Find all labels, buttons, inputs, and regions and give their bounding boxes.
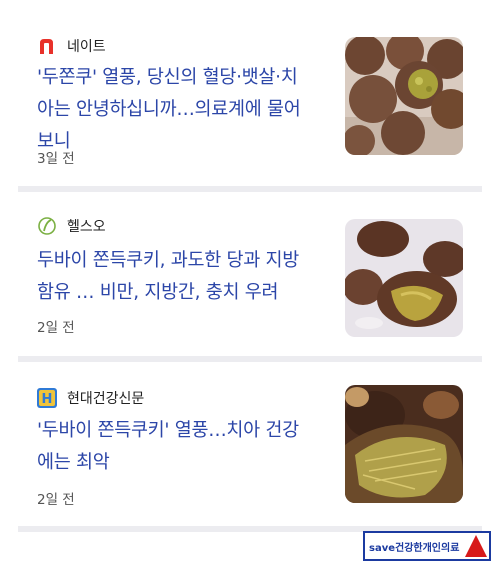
title-line: 아는 안녕하십니까…의료계에 물어 [37,99,301,120]
source-name: 헬스오 [67,219,106,235]
news-card[interactable]: 네이트 '두쫀쿠' 열풍, 당신의 혈당·뱃살·치 아는 안녕하십니까…의료계에… [0,0,500,186]
article-thumbnail[interactable] [345,37,463,155]
red-triangle-icon [465,535,487,557]
watermark-logo: save건강한개인의료 [363,531,491,561]
news-source: 네이트 [37,36,106,56]
article-title[interactable]: '두바이 쫀득쿠키' 열풍…치아 건강 에는 최악 [37,415,327,479]
svg-text:H: H [42,392,53,407]
news-card[interactable]: 헬스오 두바이 쫀득쿠키, 과도한 당과 지방 함유 … 비만, 지방간, 충치… [0,192,500,356]
source-name: 네이트 [67,39,106,55]
nate-logo-icon [37,36,57,56]
watermark-text: save건강한개인의료 [369,542,460,554]
news-card[interactable]: H 현대건강신문 '두바이 쫀득쿠키' 열풍…치아 건강 에는 최악 2일 전 [0,362,500,526]
title-line: '두바이 쫀득쿠키' 열풍…치아 건강 [37,420,299,441]
article-title[interactable]: 두바이 쫀득쿠키, 과도한 당과 지방 함유 … 비만, 지방간, 충치 우려 [37,245,327,309]
news-source: H 현대건강신문 [37,388,144,408]
title-line: 두바이 쫀득쿠키, 과도한 당과 지방 [37,250,299,271]
hyundai-health-logo-icon: H [37,388,57,408]
article-time: 2일 전 [37,320,75,336]
news-source: 헬스오 [37,216,106,236]
title-line: 보니 [37,131,71,152]
source-name: 현대건강신문 [67,391,145,407]
title-line: 함유 … 비만, 지방간, 충치 우려 [37,282,279,303]
title-line: '두쫀쿠' 열풍, 당신의 혈당·뱃살·치 [37,67,298,88]
article-thumbnail[interactable] [345,385,463,503]
article-title[interactable]: '두쫀쿠' 열풍, 당신의 혈당·뱃살·치 아는 안녕하십니까…의료계에 물어 … [37,62,327,158]
title-line: 에는 최악 [37,452,110,473]
healtho-logo-icon [37,216,57,236]
article-time: 2일 전 [37,492,75,508]
article-time: 3일 전 [37,151,75,167]
article-thumbnail[interactable] [345,219,463,337]
